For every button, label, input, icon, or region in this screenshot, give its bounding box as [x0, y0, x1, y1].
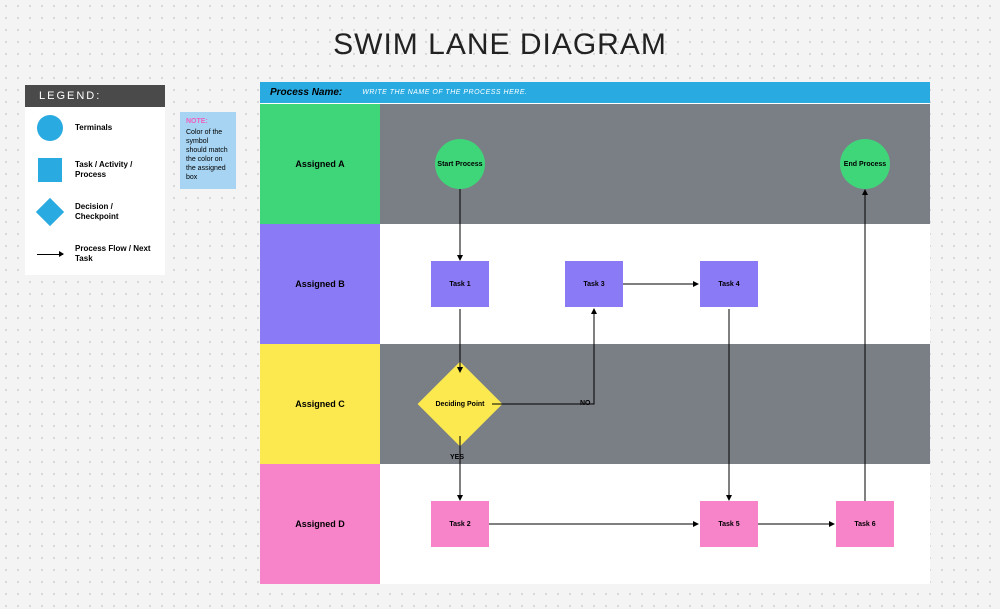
task-1[interactable]: Task 1	[431, 261, 489, 307]
square-icon	[35, 155, 65, 185]
lane-d-label: Assigned D	[260, 464, 380, 584]
lane-d-body: Task 2 Task 5 Task 6	[380, 464, 930, 584]
decision-label: Deciding Point	[436, 401, 485, 408]
process-name-label: Process Name:	[270, 87, 342, 98]
lane-c: Assigned C Deciding Point NO YES	[260, 344, 930, 464]
start-terminal[interactable]: Start Process	[435, 139, 485, 189]
task-6[interactable]: Task 6	[836, 501, 894, 547]
legend-label: Terminals	[75, 123, 112, 133]
lane-d: Assigned D Task 2 Task 5 Task 6	[260, 464, 930, 584]
task-3[interactable]: Task 3	[565, 261, 623, 307]
legend-row-terminals: Terminals	[25, 107, 165, 149]
task-4[interactable]: Task 4	[700, 261, 758, 307]
note-panel: NOTE: Color of the symbol should match t…	[180, 112, 236, 189]
legend-header: LEGEND:	[25, 85, 165, 107]
legend-row-flow: Process Flow / Next Task	[25, 233, 165, 275]
lane-c-label: Assigned C	[260, 344, 380, 464]
lane-b: Assigned B Task 1 Task 3 Task 4	[260, 224, 930, 344]
swimlane-diagram: Process Name: WRITE THE NAME OF THE PROC…	[260, 82, 930, 584]
note-text: Color of the symbol should match the col…	[186, 128, 230, 183]
process-name-bar: Process Name: WRITE THE NAME OF THE PROC…	[260, 82, 930, 104]
task-5[interactable]: Task 5	[700, 501, 758, 547]
legend-label: Decision / Checkpoint	[75, 202, 155, 221]
legend-row-decision: Decision / Checkpoint	[25, 191, 165, 233]
lane-b-body: Task 1 Task 3 Task 4	[380, 224, 930, 344]
diamond-icon	[35, 197, 65, 227]
lane-a-label: Assigned A	[260, 104, 380, 224]
circle-icon	[35, 113, 65, 143]
lane-b-label: Assigned B	[260, 224, 380, 344]
legend-label: Task / Activity / Process	[75, 160, 155, 179]
legend-panel: LEGEND: Terminals Task / Activity / Proc…	[25, 85, 165, 275]
diagram-title: SWIM LANE DIAGRAM	[333, 28, 667, 62]
yes-label: YES	[450, 454, 464, 461]
process-name-placeholder[interactable]: WRITE THE NAME OF THE PROCESS HERE.	[362, 89, 527, 96]
arrow-icon	[35, 239, 65, 269]
lane-a-body: Start Process End Process	[380, 104, 930, 224]
legend-label: Process Flow / Next Task	[75, 244, 155, 263]
lane-a: Assigned A Start Process End Process	[260, 104, 930, 224]
no-label: NO	[580, 400, 591, 407]
note-title: NOTE:	[186, 118, 230, 125]
legend-row-task: Task / Activity / Process	[25, 149, 165, 191]
lane-c-body: Deciding Point NO YES	[380, 344, 930, 464]
decision-point[interactable]: Deciding Point	[430, 374, 490, 434]
task-2[interactable]: Task 2	[431, 501, 489, 547]
end-terminal[interactable]: End Process	[840, 139, 890, 189]
